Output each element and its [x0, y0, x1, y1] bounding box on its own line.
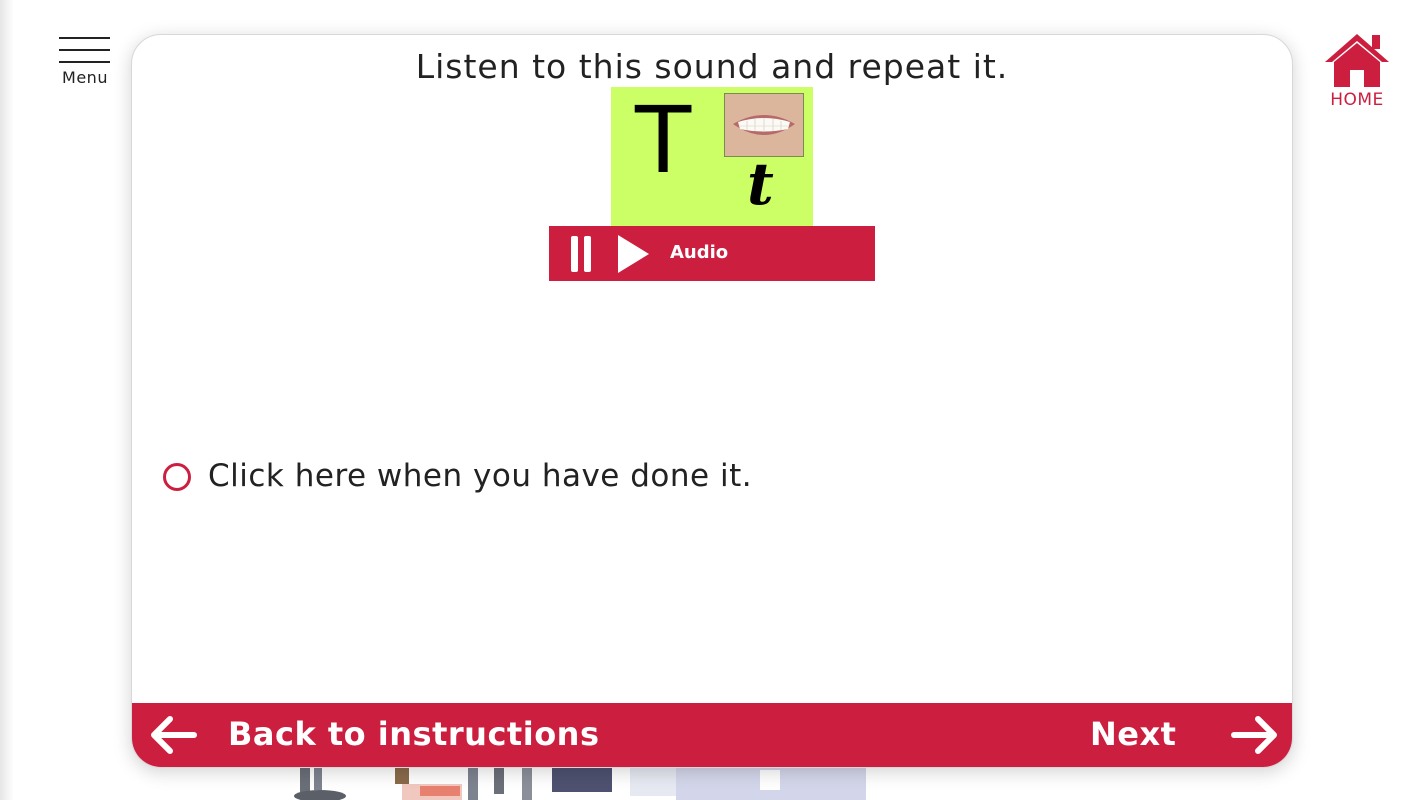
done-option-label: Click here when you have done it. [208, 458, 753, 494]
menu-button[interactable]: Menu [56, 34, 114, 90]
menu-label: Menu [62, 68, 108, 87]
question-title: Listen to this sound and repeat it. [415, 47, 1009, 86]
footer-navigation: Back to instructions Next [132, 703, 1292, 767]
next-button-label: Next [1090, 715, 1177, 753]
play-icon[interactable] [616, 234, 650, 274]
home-label: HOME [1330, 90, 1384, 110]
back-to-instructions-button[interactable]: Back to instructions [146, 703, 606, 767]
home-button[interactable]: HOME [1318, 30, 1396, 114]
pause-icon [584, 236, 591, 272]
next-button[interactable]: Next [1082, 703, 1282, 767]
mouth-picture [725, 94, 803, 156]
audio-player: Audio [549, 226, 875, 281]
mouth-image [724, 93, 804, 157]
radio-button[interactable] [163, 463, 191, 491]
lowercase-letter: t [747, 150, 774, 218]
left-edge-shadow [0, 0, 14, 800]
letter-card: T t [611, 87, 813, 227]
back-button-label: Back to instructions [228, 715, 600, 753]
menu-icon-line [59, 37, 110, 39]
menu-icon-line [59, 61, 110, 63]
activity-card: Listen to this sound and repeat it. T t [131, 34, 1293, 768]
arrow-left-icon [151, 716, 197, 754]
page: Menu HOME Listen to this sound and repea… [0, 0, 1422, 800]
arrow-right-icon [1231, 716, 1277, 754]
home-icon [1325, 34, 1389, 87]
pause-icon [571, 236, 578, 272]
pause-button[interactable] [569, 236, 593, 272]
uppercase-letter: T [635, 87, 692, 194]
menu-icon-line [59, 49, 110, 51]
audio-label: Audio [670, 242, 729, 263]
